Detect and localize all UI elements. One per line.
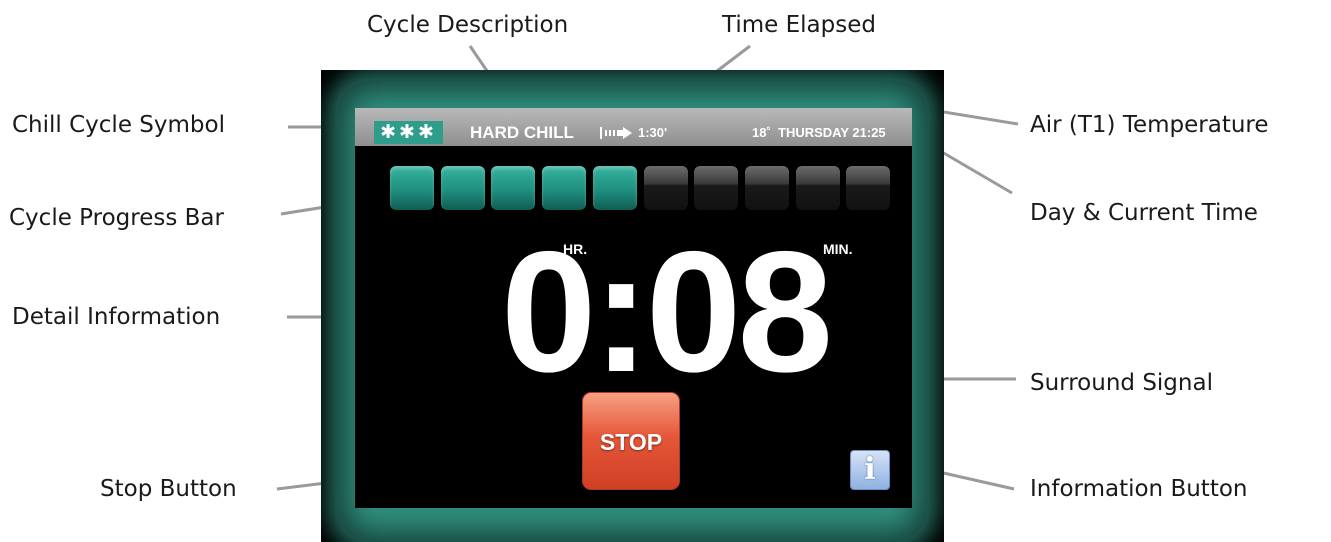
progress-segment-empty bbox=[643, 166, 688, 210]
callout-air-temperature: Air (T1) Temperature bbox=[1030, 112, 1269, 138]
arrow-right-icon bbox=[600, 127, 632, 139]
cycle-progress-bar bbox=[390, 166, 891, 210]
stop-button[interactable]: STOP bbox=[582, 392, 680, 490]
information-button[interactable]: i bbox=[850, 450, 890, 490]
cycle-description: HARD CHILL bbox=[470, 123, 574, 142]
callout-stop-button: Stop Button bbox=[100, 476, 237, 502]
callout-surround-signal: Surround Signal bbox=[1030, 370, 1213, 396]
progress-segment-filled bbox=[440, 166, 485, 210]
detail-time-readout: 0:08 bbox=[500, 216, 833, 408]
callout-time-elapsed: Time Elapsed bbox=[722, 12, 876, 38]
progress-segment-filled bbox=[390, 166, 434, 210]
progress-segment-filled bbox=[542, 166, 587, 210]
callout-day-current-time: Day & Current Time bbox=[1030, 200, 1258, 226]
callout-information-button: Information Button bbox=[1030, 476, 1248, 502]
day-current-time: THURSDAY 21:25 bbox=[778, 125, 886, 140]
progress-segment-filled bbox=[491, 166, 536, 210]
air-temperature: 18˚ bbox=[752, 125, 771, 140]
progress-segment-empty bbox=[694, 166, 739, 210]
callout-detail-information: Detail Information bbox=[12, 304, 221, 330]
callout-chill-cycle-symbol: Chill Cycle Symbol bbox=[12, 112, 225, 138]
progress-segment-empty bbox=[846, 166, 891, 210]
chill-cycle-symbol: ✱✱✱ bbox=[374, 121, 443, 144]
progress-segment-filled bbox=[592, 166, 637, 210]
time-elapsed: 1:30' bbox=[638, 125, 668, 140]
progress-segment-empty bbox=[795, 166, 840, 210]
callout-cycle-progress-bar: Cycle Progress Bar bbox=[9, 205, 224, 231]
progress-segment-empty bbox=[744, 166, 789, 210]
callout-cycle-description: Cycle Description bbox=[367, 12, 569, 38]
